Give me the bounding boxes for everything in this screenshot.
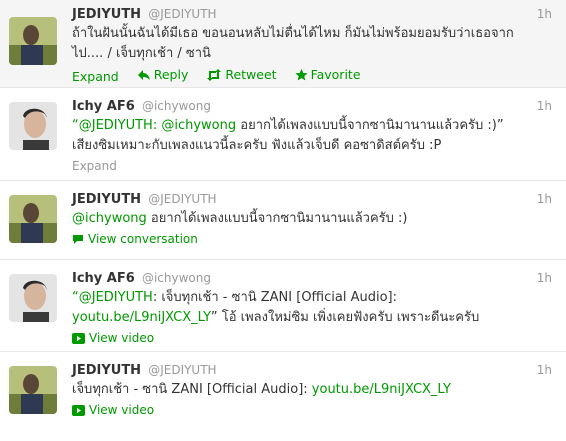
expand-button[interactable]: Expand <box>72 156 552 176</box>
tweet-text: เจ็บทุกเช้า - ซานิ ZANI [Official Audio]… <box>72 380 552 400</box>
author-handle[interactable]: @ichywong <box>142 99 211 113</box>
tweet-1[interactable]: JEDIYUTH @JEDIYUTH 1h ถ้าในฝันนั้นฉันได้… <box>0 0 566 88</box>
mention-link[interactable]: @ichywong <box>72 211 147 226</box>
view-video-label: View video <box>89 331 155 345</box>
avatar[interactable] <box>9 195 57 243</box>
author-handle[interactable]: @JEDIYUTH <box>148 192 216 206</box>
tweet-time[interactable]: 1h <box>537 268 552 288</box>
expand-label: Expand <box>72 69 119 84</box>
author-handle[interactable]: @JEDIYUTH <box>148 7 216 21</box>
tweet-text: “@JEDIYUTH: @ichywong อยากได้เพลงแบบนี้จ… <box>72 116 552 156</box>
view-video-link[interactable]: View video <box>72 400 552 420</box>
tweet-text-fragment: อยากได้เพลงแบบนี้จากซานิมานานแล้วครับ :)… <box>240 118 504 133</box>
quote-mark: “ <box>72 290 79 305</box>
mention-colon: : <box>152 118 158 133</box>
tweet-text-line: ถ้าในฝันนั้นฉันได้มีเธอ ขอนอนหลับไม่ตื่น… <box>72 26 514 41</box>
mention-link[interactable]: @JEDIYUTH <box>79 290 153 305</box>
avatar[interactable] <box>9 17 57 65</box>
tweet-time[interactable]: 1h <box>537 4 552 24</box>
author-name[interactable]: JEDIYUTH <box>72 363 141 378</box>
view-video-label: View video <box>89 403 155 417</box>
tweet-text-line: เสียงซิมเหมาะกับเพลงแนวนี้ละครับ ฟังแล้ว… <box>72 138 442 153</box>
tweet-time[interactable]: 1h <box>537 96 552 116</box>
tweet-text-line: ไป.... / เจ็บทุกเช้า / ซานิ <box>72 46 211 61</box>
author-name[interactable]: JEDIYUTH <box>72 7 141 22</box>
author-handle[interactable]: @JEDIYUTH <box>148 363 216 377</box>
tweet-actions: Expand Reply Retweet Favorite <box>72 64 552 88</box>
tweet-3[interactable]: JEDIYUTH @JEDIYUTH 1h @ichywong อยากได้เ… <box>0 181 566 260</box>
expand-button[interactable]: Expand <box>72 66 119 88</box>
mention-link[interactable]: @JEDIYUTH <box>79 118 153 133</box>
view-video-link[interactable]: View video <box>72 328 552 348</box>
avatar[interactable] <box>9 102 57 150</box>
star-icon <box>294 69 308 81</box>
author-handle[interactable]: @ichywong <box>142 271 211 285</box>
tweet-text: @ichywong อยากได้เพลงแบบนี้จากซานิมานานแ… <box>72 209 552 229</box>
tweet-time[interactable]: 1h <box>537 189 552 209</box>
tweet-text: ถ้าในฝันนั้นฉันได้มีเธอ ขอนอนหลับไม่ตื่น… <box>72 24 552 64</box>
avatar[interactable] <box>9 274 57 322</box>
reply-label: Reply <box>153 67 189 82</box>
mention-link[interactable]: @ichywong <box>161 118 236 133</box>
speech-bubble-icon <box>72 234 84 245</box>
reply-button[interactable]: Reply <box>137 64 189 86</box>
tweet-text-fragment: : เจ็บทุกเช้า - ซานิ ZANI [Official Audi… <box>152 290 397 305</box>
view-conversation-label: View conversation <box>88 232 198 246</box>
quote-mark: “ <box>72 118 79 133</box>
tweet-text-fragment: เจ็บทุกเช้า - ซานิ ZANI [Official Audio]… <box>72 382 308 397</box>
author-name[interactable]: Ichy AF6 <box>72 99 135 114</box>
retweet-label: Retweet <box>225 67 277 82</box>
retweet-icon <box>206 69 222 81</box>
author-name[interactable]: JEDIYUTH <box>72 192 141 207</box>
play-icon <box>72 404 85 416</box>
favorite-label: Favorite <box>310 67 361 82</box>
tweet-time[interactable]: 1h <box>537 360 552 380</box>
retweet-button[interactable]: Retweet <box>206 64 277 86</box>
favorite-button[interactable]: Favorite <box>294 64 361 86</box>
youtube-link[interactable]: youtu.be/L9niJXCX_LY <box>312 382 451 397</box>
play-icon <box>72 332 85 344</box>
tweet-text-fragment: ” โอ้ เพลงใหม่ซิม เพิ่งเคยฟังครับ เพราะด… <box>210 310 480 325</box>
tweet-text-fragment: อยากได้เพลงแบบนี้จากซานิมานานแล้วครับ :) <box>150 211 408 226</box>
tweet-2[interactable]: Ichy AF6 @ichywong 1h “@JEDIYUTH: @ichyw… <box>0 88 566 181</box>
tweet-text: “@JEDIYUTH: เจ็บทุกเช้า - ซานิ ZANI [Off… <box>72 288 552 328</box>
reply-icon <box>137 69 151 81</box>
tweet-4[interactable]: Ichy AF6 @ichywong 1h “@JEDIYUTH: เจ็บทุ… <box>0 260 566 352</box>
view-conversation-link[interactable]: View conversation <box>72 229 552 249</box>
tweet-timeline: JEDIYUTH @JEDIYUTH 1h ถ้าในฝันนั้นฉันได้… <box>0 0 566 441</box>
avatar[interactable] <box>9 366 57 414</box>
tweet-5[interactable]: JEDIYUTH @JEDIYUTH 1h เจ็บทุกเช้า - ซานิ… <box>0 352 566 429</box>
youtube-link[interactable]: youtu.be/L9niJXCX_LY <box>72 310 211 325</box>
author-name[interactable]: Ichy AF6 <box>72 271 135 286</box>
